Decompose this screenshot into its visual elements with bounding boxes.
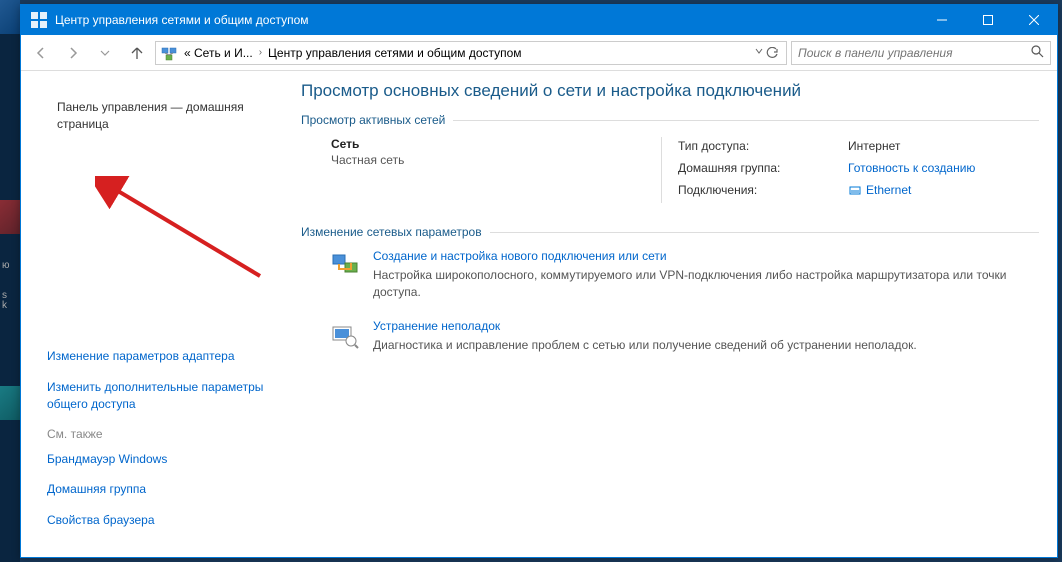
connection-ethernet-link[interactable]: Ethernet — [848, 181, 911, 199]
minimize-button[interactable] — [919, 5, 965, 35]
network-block: Сеть Частная сеть Тип доступа: Интернет … — [301, 137, 1039, 203]
task-troubleshoot-desc: Диагностика и исправление проблем с сеть… — [373, 337, 1039, 354]
search-box[interactable] — [791, 41, 1051, 65]
ethernet-icon — [848, 184, 862, 198]
page-title: Просмотр основных сведений о сети и наст… — [301, 81, 1039, 101]
task-troubleshoot: Устранение неполадок Диагностика и испра… — [301, 319, 1039, 354]
close-button[interactable] — [1011, 5, 1057, 35]
task-new-connection-title[interactable]: Создание и настройка нового подключения … — [373, 249, 1039, 263]
network-name: Сеть — [331, 137, 661, 151]
see-also-header: См. также — [47, 427, 277, 441]
address-bar: « Сеть и И... › Центр управления сетями … — [21, 35, 1057, 71]
titlebar[interactable]: Центр управления сетями и общим доступом — [21, 5, 1057, 35]
search-input[interactable] — [798, 46, 1044, 60]
access-type-label: Тип доступа: — [678, 137, 848, 155]
recent-button[interactable] — [91, 39, 119, 67]
sidebar-advanced-sharing-link[interactable]: Изменить дополнительные параметры общего… — [47, 379, 277, 413]
main-content: Просмотр основных сведений о сети и наст… — [291, 71, 1057, 557]
breadcrumb-segment-1[interactable]: « Сеть и И... — [182, 46, 255, 60]
network-type: Частная сеть — [331, 153, 661, 167]
breadcrumb-segment-2[interactable]: Центр управления сетями и общим доступом — [266, 46, 524, 60]
sidebar-home-link[interactable]: Панель управления — домашняя страница — [47, 89, 277, 334]
homegroup-link[interactable]: Готовность к созданию — [848, 159, 975, 177]
breadcrumb-dropdown[interactable] — [751, 47, 782, 59]
sidebar-adapter-settings-link[interactable]: Изменение параметров адаптера — [47, 348, 277, 365]
back-button[interactable] — [27, 39, 55, 67]
connections-label: Подключения: — [678, 181, 848, 199]
troubleshoot-icon — [331, 321, 359, 349]
chevron-right-icon: › — [259, 47, 262, 58]
sidebar-firewall-link[interactable]: Брандмауэр Windows — [47, 451, 277, 468]
forward-button[interactable] — [59, 39, 87, 67]
window-title: Центр управления сетями и общим доступом — [55, 13, 919, 27]
search-icon — [1031, 45, 1044, 61]
active-networks-header: Просмотр активных сетей — [301, 113, 1039, 127]
breadcrumb[interactable]: « Сеть и И... › Центр управления сетями … — [155, 41, 787, 65]
change-settings-header: Изменение сетевых параметров — [301, 225, 1039, 239]
up-button[interactable] — [123, 39, 151, 67]
homegroup-label: Домашняя группа: — [678, 159, 848, 177]
new-connection-icon — [331, 251, 359, 279]
sidebar-browser-properties-link[interactable]: Свойства браузера — [47, 512, 277, 529]
control-panel-window: Центр управления сетями и общим доступом… — [20, 4, 1058, 558]
task-new-connection: Создание и настройка нового подключения … — [301, 249, 1039, 301]
maximize-button[interactable] — [965, 5, 1011, 35]
task-troubleshoot-title[interactable]: Устранение неполадок — [373, 319, 1039, 333]
sidebar: Панель управления — домашняя страница Из… — [21, 71, 291, 557]
access-type-value: Интернет — [848, 137, 900, 155]
sidebar-homegroup-link[interactable]: Домашняя группа — [47, 481, 277, 498]
task-new-connection-desc: Настройка широкополосного, коммутируемог… — [373, 267, 1039, 301]
network-center-icon — [160, 44, 178, 62]
app-icon — [31, 12, 47, 28]
